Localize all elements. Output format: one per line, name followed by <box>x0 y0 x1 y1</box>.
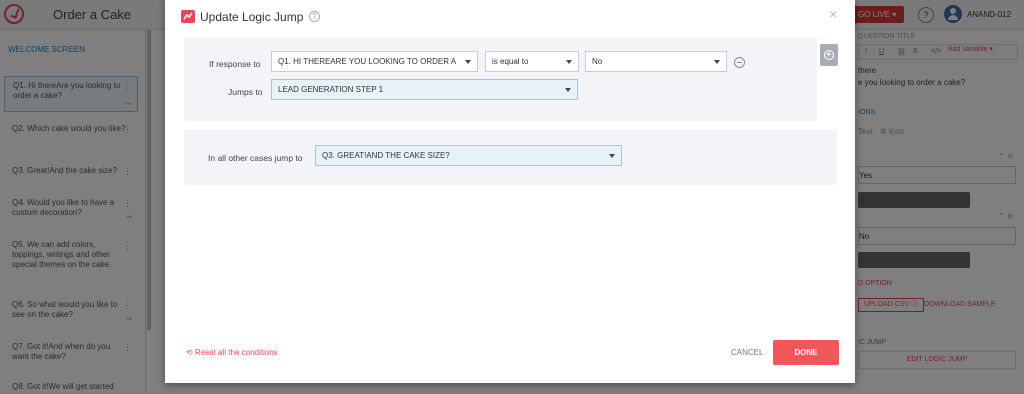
add-condition-button[interactable]: + <box>820 44 838 66</box>
chevron-down-icon <box>565 88 571 92</box>
logic-jump-icon <box>181 10 195 23</box>
chevron-down-icon <box>714 60 720 64</box>
else-jump-label: In all other cases jump to <box>208 153 303 163</box>
modal-header: Update Logic Jump ? × <box>165 0 855 32</box>
modal-title: Update Logic Jump <box>200 10 304 24</box>
reset-conditions-link[interactable]: ⟲ Reset all the conditions <box>186 348 278 357</box>
plus-icon: + <box>826 49 832 59</box>
jump-target-select-value: LEAD GENERATION STEP 1 <box>278 85 384 94</box>
answer-select-value: No <box>592 57 603 66</box>
jumps-to-label: Jumps to <box>228 87 263 97</box>
else-jump-target-select[interactable]: Q3. GREAT!AND THE CAKE SIZE? <box>315 145 622 166</box>
operator-select-value: is equal to <box>492 57 529 66</box>
close-icon[interactable]: × <box>829 6 837 22</box>
remove-condition-icon[interactable] <box>734 57 745 68</box>
help-icon[interactable]: ? <box>309 11 320 22</box>
update-logic-jump-modal: Update Logic Jump ? × + If response to Q… <box>165 0 855 383</box>
jump-target-select[interactable]: LEAD GENERATION STEP 1 <box>271 79 578 100</box>
answer-select[interactable]: No <box>585 51 727 72</box>
question-select[interactable]: Q1. HI THEREARE YOU LOOKING TO ORDER A C… <box>271 51 478 72</box>
question-select-value: Q1. HI THEREARE YOU LOOKING TO ORDER A C… <box>278 57 457 66</box>
if-response-label: If response to <box>209 59 261 69</box>
chevron-down-icon <box>465 60 471 64</box>
done-button[interactable]: DONE <box>773 340 839 365</box>
cancel-button[interactable]: CANCEL <box>731 348 763 357</box>
operator-select[interactable]: is equal to <box>485 51 579 72</box>
chevron-down-icon <box>566 60 572 64</box>
else-jump-target-value: Q3. GREAT!AND THE CAKE SIZE? <box>322 151 450 160</box>
chevron-down-icon <box>609 154 615 158</box>
